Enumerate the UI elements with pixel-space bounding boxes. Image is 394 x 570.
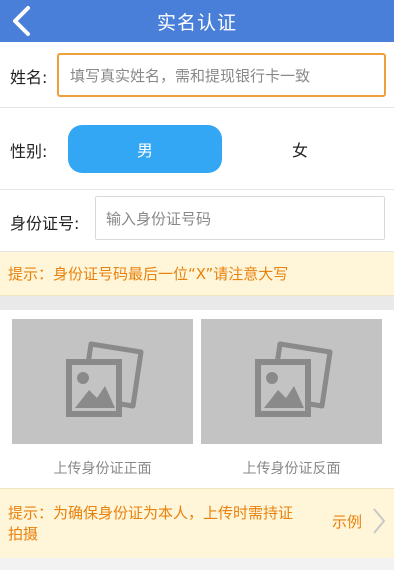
- gender-male-button[interactable]: 男: [68, 125, 222, 173]
- gender-label: 性别:: [10, 142, 48, 161]
- section-divider: [0, 296, 394, 310]
- upload-back-label: 上传身份证反面: [242, 461, 341, 477]
- upload-back-card[interactable]: 上传身份证反面: [201, 319, 382, 478]
- id-number-input[interactable]: 输入身份证号码: [95, 196, 385, 240]
- page-title: 实名认证: [156, 11, 237, 34]
- upload-back-image: [201, 319, 382, 444]
- upload-front-label: 上传身份证正面: [53, 461, 152, 477]
- photo-placeholder-icon: [65, 341, 143, 417]
- id-tip: 提示：身份证号码最后一位“X”请注意大写: [0, 252, 394, 296]
- id-row: 身份证号: 输入身份证号码: [0, 190, 394, 252]
- upload-front-card[interactable]: 上传身份证正面: [12, 319, 193, 478]
- photo-tip-text: 提示：为确保身份证为本人，上传时需持证拍摄: [8, 504, 294, 543]
- gender-female-button[interactable]: 女: [230, 125, 370, 173]
- id-label: 身份证号:: [10, 214, 80, 233]
- upload-front-image: [12, 319, 193, 444]
- gender-row: 性别: 男 女: [0, 108, 394, 190]
- title-bar: 实名认证: [0, 0, 394, 42]
- name-label: 姓名:: [10, 68, 48, 87]
- chevron-right-icon: [373, 508, 386, 534]
- chevron-left-icon: [13, 6, 30, 36]
- upload-area: 上传身份证正面 上传身份证反面: [0, 310, 394, 488]
- bottom-spacer: [0, 558, 394, 570]
- name-input[interactable]: 填写真实姓名，需和提现银行卡一致: [57, 53, 386, 97]
- photo-tip: 提示：为确保身份证为本人，上传时需持证拍摄 示例: [0, 488, 394, 558]
- example-label: 示例: [331, 512, 362, 531]
- example-link[interactable]: 示例: [332, 507, 386, 535]
- name-row: 姓名: 填写真实姓名，需和提现银行卡一致: [0, 42, 394, 108]
- photo-placeholder-icon: [254, 341, 332, 417]
- back-button[interactable]: [8, 3, 38, 39]
